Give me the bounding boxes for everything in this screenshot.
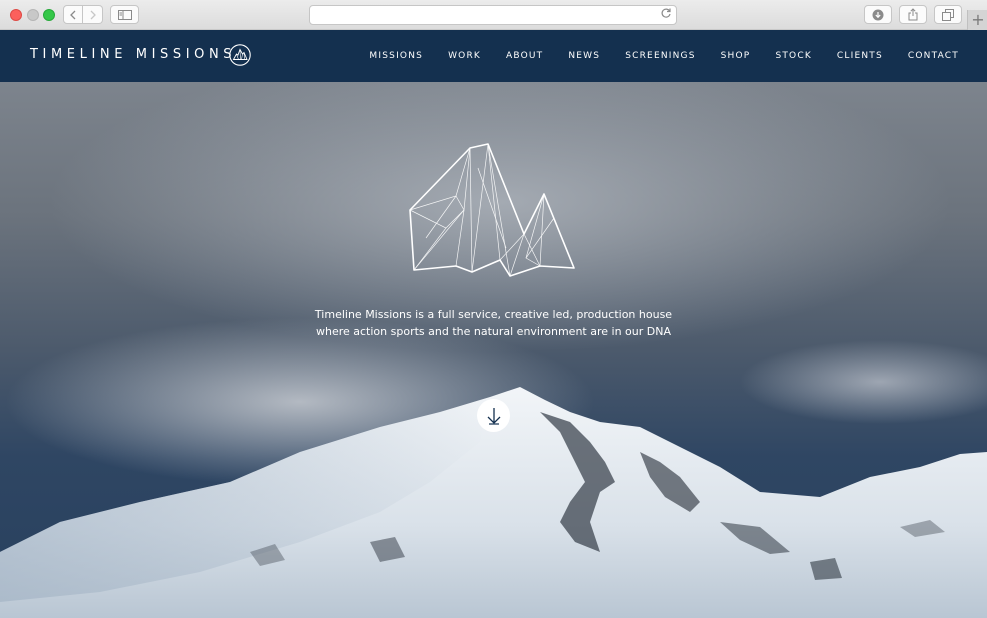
share-button[interactable] <box>899 5 927 24</box>
arrow-down-icon <box>487 407 500 425</box>
close-window-button[interactable] <box>10 9 22 21</box>
mountain-emblem-icon <box>409 143 575 277</box>
chevron-left-icon <box>70 10 76 19</box>
brand-logo-text[interactable]: TIMELINE MISSIONS <box>30 47 236 62</box>
forward-button[interactable] <box>83 5 103 24</box>
sidebar-icon <box>117 9 132 20</box>
address-bar[interactable] <box>309 5 677 25</box>
nav-link-shop[interactable]: SHOP <box>721 51 751 61</box>
download-icon <box>872 9 884 20</box>
nav-link-screenings[interactable]: SCREENINGS <box>625 51 695 61</box>
hero-tagline: Timeline Missions is a full service, cre… <box>0 306 987 340</box>
share-icon <box>908 8 918 21</box>
tabs-overview-button[interactable] <box>934 5 962 24</box>
nav-link-contact[interactable]: CONTACT <box>908 51 959 61</box>
sidebar-toggle-button[interactable] <box>110 5 139 24</box>
tagline-line-2: where action sports and the natural envi… <box>315 325 671 338</box>
back-button[interactable] <box>63 5 83 24</box>
browser-toolbar: + <box>0 0 987 30</box>
downloads-button[interactable] <box>864 5 892 24</box>
new-tab-button[interactable]: + <box>967 10 987 30</box>
minimize-window-button[interactable] <box>27 9 39 21</box>
tagline-line-1: Timeline Missions is a full service, cre… <box>314 308 673 321</box>
main-menu: MISSIONS WORK ABOUT NEWS SCREENINGS SHOP… <box>369 30 959 82</box>
hero-section: Timeline Missions is a full service, cre… <box>0 82 987 618</box>
site-header: TIMELINE MISSIONS MISSIONS WORK ABOUT NE… <box>0 30 987 82</box>
nav-link-missions[interactable]: MISSIONS <box>369 51 423 61</box>
nav-link-about[interactable]: ABOUT <box>506 51 543 61</box>
nav-link-news[interactable]: NEWS <box>568 51 600 61</box>
nav-link-stock[interactable]: STOCK <box>775 51 811 61</box>
mountain-logo-icon[interactable] <box>229 44 251 66</box>
scroll-down-button[interactable] <box>477 399 510 432</box>
reload-icon[interactable] <box>660 7 672 23</box>
nav-link-work[interactable]: WORK <box>448 51 481 61</box>
tabs-icon <box>942 8 954 21</box>
nav-link-clients[interactable]: CLIENTS <box>837 51 883 61</box>
chevron-right-icon <box>90 10 96 19</box>
zoom-window-button[interactable] <box>43 9 55 21</box>
